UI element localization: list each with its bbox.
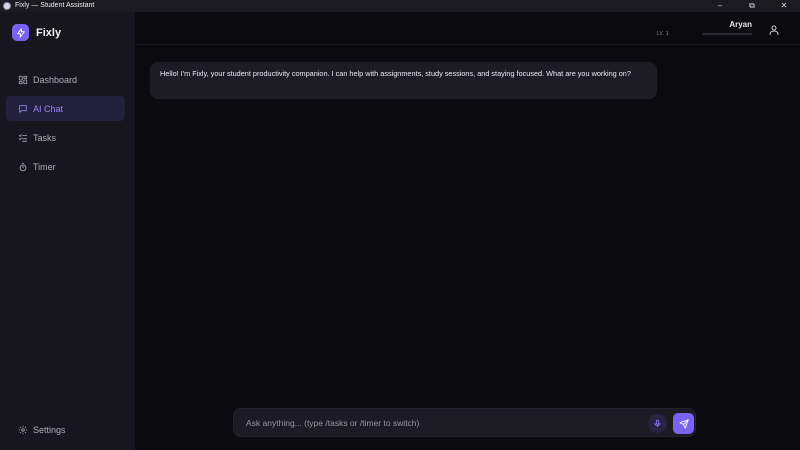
sidebar-nav: Dashboard AI Chat Tasks Timer (6, 67, 125, 183)
app-window-icon (3, 2, 11, 10)
close-button[interactable]: ✕ (768, 0, 800, 12)
dashboard-grid-icon (17, 74, 28, 85)
sidebar-item-ai-chat[interactable]: AI Chat (6, 96, 125, 121)
chat-input-bar (233, 408, 696, 437)
send-button[interactable] (673, 413, 694, 434)
send-icon (678, 418, 689, 429)
chat-bubble-icon (17, 103, 28, 114)
xp-progress-bar (702, 33, 752, 35)
sidebar: Fixly Dashboard AI Chat Tasks Timer Sett… (0, 12, 135, 450)
brand-name: Fixly (36, 26, 62, 39)
app-window: Fixly — Student Assistant – ⧉ ✕ Fixly Da… (0, 0, 800, 450)
restore-button[interactable]: ⧉ (736, 0, 768, 12)
user-icon[interactable] (768, 23, 780, 35)
checklist-icon (17, 132, 28, 143)
gear-icon (17, 424, 28, 435)
sidebar-item-tasks[interactable]: Tasks (6, 125, 125, 150)
microphone-icon (654, 419, 661, 428)
message-text: Hello! I'm Fixly, your student productiv… (160, 69, 631, 78)
chat-main: Aryan LV. 1 Hello! I'm Fixly, your stude… (135, 12, 800, 450)
chat-input[interactable] (246, 416, 636, 430)
sidebar-item-label: Dashboard (33, 74, 78, 85)
lightning-bolt-icon (12, 24, 29, 41)
user-name: Aryan (729, 20, 752, 29)
sidebar-item-dashboard[interactable]: Dashboard (6, 67, 125, 92)
sidebar-item-label: AI Chat (33, 103, 64, 114)
sidebar-item-timer[interactable]: Timer (6, 154, 125, 179)
window-controls: – ⧉ ✕ (704, 0, 800, 12)
sidebar-item-label: Timer (33, 161, 56, 172)
microphone-button[interactable] (648, 414, 667, 433)
sidebar-item-settings[interactable]: Settings (6, 417, 125, 442)
assistant-message: Hello! I'm Fixly, your student productiv… (150, 62, 657, 99)
level-badge: LV. 1 (656, 31, 669, 37)
settings-label: Settings (33, 424, 66, 435)
stopwatch-icon (17, 161, 28, 172)
title-bar: Fixly — Student Assistant – ⧉ ✕ (0, 0, 800, 12)
sidebar-item-label: Tasks (33, 132, 57, 143)
window-title: Fixly — Student Assistant (15, 2, 95, 9)
top-bar: Aryan LV. 1 (135, 12, 800, 45)
brand[interactable]: Fixly (12, 24, 61, 41)
minimize-button[interactable]: – (704, 0, 736, 12)
